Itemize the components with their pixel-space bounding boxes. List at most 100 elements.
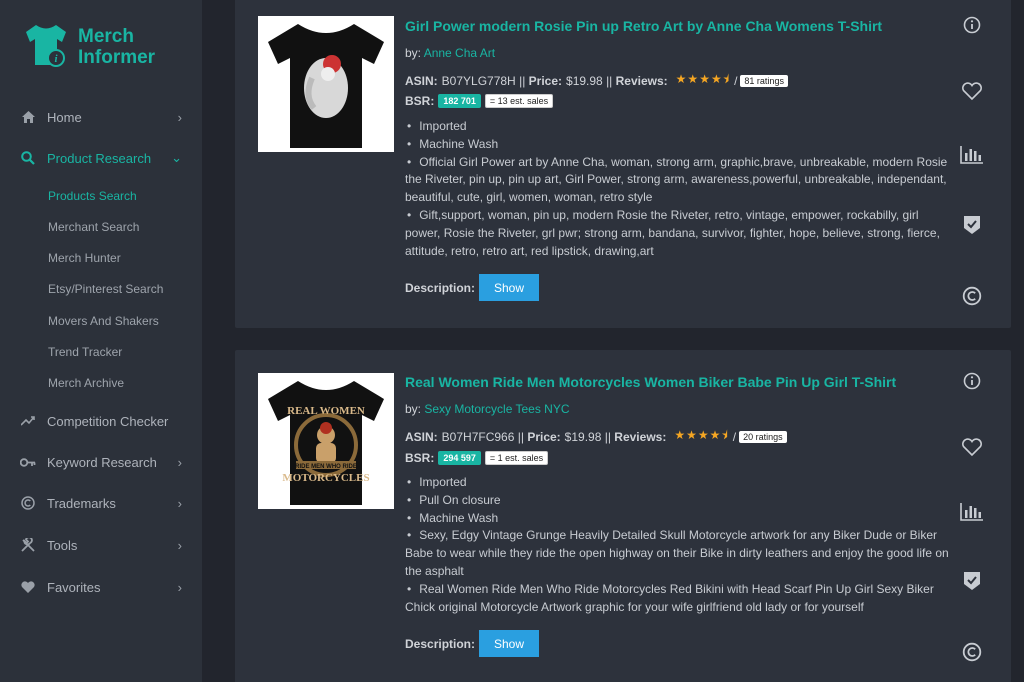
- copyright-icon: [18, 496, 38, 510]
- copyright-icon[interactable]: [957, 286, 987, 306]
- asin-value: B07YLG778H: [441, 73, 516, 88]
- subnav-etsy-pinterest-search[interactable]: Etsy/Pinterest Search: [48, 282, 163, 296]
- chevron-right-icon: ›: [177, 537, 182, 553]
- bsr-badge: 294 597: [438, 451, 481, 465]
- sidebar-item-tools[interactable]: Tools ›: [0, 527, 202, 563]
- subnav-merch-archive[interactable]: Merch Archive: [48, 376, 124, 390]
- tools-icon: [18, 538, 38, 552]
- asin-value: B07H7FC966: [441, 429, 515, 444]
- sidebar-item-label: Product Research: [47, 150, 152, 166]
- price-value: $19.98: [566, 73, 603, 88]
- heart-favorite-icon[interactable]: [957, 82, 987, 101]
- info-icon[interactable]: [957, 16, 987, 34]
- list-item: Machine Wash: [405, 510, 955, 528]
- product-byline: by: Sexy Motorcycle Tees NYC: [405, 402, 570, 416]
- search-icon: [18, 151, 38, 165]
- separator: ||: [519, 73, 526, 88]
- sidebar-item-product-research[interactable]: Product Research ⌄: [0, 140, 202, 176]
- logo-text: Merch Informer: [78, 26, 155, 68]
- shield-check-icon[interactable]: [957, 216, 987, 234]
- bsr-row: BSR: 182 701 = 13 est. sales: [405, 94, 554, 108]
- show-description-button[interactable]: Show: [479, 630, 540, 657]
- sidebar-item-label: Competition Checker: [47, 413, 169, 429]
- subnav-merchant-search[interactable]: Merchant Search: [48, 220, 139, 234]
- est-sales-badge: = 1 est. sales: [484, 451, 549, 465]
- reviews-label: Reviews:: [614, 429, 667, 444]
- feature-bullets: Imported Pull On closure Machine Wash Se…: [405, 474, 955, 616]
- product-image[interactable]: [258, 16, 394, 152]
- show-description-button[interactable]: Show: [479, 274, 540, 301]
- sidebar-item-label: Tools: [47, 537, 78, 553]
- product-image[interactable]: REAL WOMEN RIDE MEN WHO RIDE MOTORCYCLES: [258, 373, 394, 509]
- description-label: Description:: [405, 280, 476, 295]
- separator: ||: [517, 429, 524, 444]
- ratings-count-badge: 20 ratings: [739, 430, 787, 443]
- reviews-label: Reviews:: [615, 73, 668, 88]
- list-item: Gift,support, woman, pin up, modern Rosi…: [405, 207, 955, 260]
- sidebar-item-favorites[interactable]: Favorites ›: [0, 569, 202, 605]
- sidebar-item-keyword-research[interactable]: Keyword Research ›: [0, 444, 202, 480]
- product-title-link[interactable]: Real Women Ride Men Motorcycles Women Bi…: [405, 374, 896, 390]
- sidebar-item-label: Home: [47, 109, 82, 125]
- price-label: Price:: [527, 429, 561, 444]
- product-card: REAL WOMEN RIDE MEN WHO RIDE MOTORCYCLES…: [235, 350, 1011, 682]
- bsr-badge: 182 701: [438, 94, 481, 108]
- sidebar-item-trademarks[interactable]: Trademarks ›: [0, 485, 202, 521]
- description-label: Description:: [405, 636, 476, 651]
- product-title-link[interactable]: Girl Power modern Rosie Pin up Retro Art…: [405, 18, 882, 34]
- list-item: Sexy, Edgy Vintage Grunge Heavily Detail…: [405, 527, 955, 580]
- logo-line2: Informer: [78, 47, 156, 68]
- bar-chart-icon[interactable]: [957, 146, 987, 164]
- subnav-trend-tracker[interactable]: Trend Tracker: [48, 345, 122, 359]
- asin-label: ASIN:: [405, 429, 438, 444]
- star-rating-icon: ★★★★⯨: [674, 428, 729, 442]
- shirt-print-text: RIDE MEN WHO RIDE: [295, 464, 357, 470]
- heart-favorite-icon[interactable]: [957, 438, 987, 457]
- product-meta: ASIN: B07H7FC966 || Price: $19.98 || Rev…: [405, 426, 787, 447]
- heart-icon: [18, 581, 38, 593]
- tshirt-image: [268, 24, 384, 148]
- subnav-merch-hunter[interactable]: Merch Hunter: [48, 251, 121, 265]
- sidebar-item-label: Keyword Research: [47, 454, 157, 470]
- sidebar-item-label: Favorites: [47, 579, 101, 595]
- tshirt-image: REAL WOMEN RIDE MEN WHO RIDE MOTORCYCLES: [268, 381, 384, 505]
- main-content: Girl Power modern Rosie Pin up Retro Art…: [202, 0, 1024, 682]
- subnav-products-search[interactable]: Products Search: [48, 189, 137, 203]
- slash: /: [734, 73, 738, 88]
- subnav-movers-and-shakers[interactable]: Movers And Shakers: [48, 314, 159, 328]
- list-item: Imported: [405, 474, 955, 492]
- ratings-count-badge: 81 ratings: [740, 74, 788, 87]
- key-icon: [18, 457, 38, 467]
- star-rating-icon: ★★★★⯨: [675, 72, 731, 86]
- chevron-right-icon: ›: [177, 109, 182, 125]
- bar-chart-icon[interactable]: [957, 503, 987, 521]
- shield-check-icon[interactable]: [957, 572, 987, 590]
- chevron-right-icon: ›: [177, 454, 182, 470]
- product-byline: by: Anne Cha Art: [405, 46, 495, 60]
- brand-link[interactable]: Anne Cha Art: [424, 46, 495, 60]
- copyright-icon[interactable]: [957, 642, 987, 662]
- price-label: Price:: [528, 73, 563, 88]
- by-label: by:: [405, 402, 422, 416]
- description-row: Description: Show: [405, 274, 540, 301]
- bsr-label: BSR:: [405, 94, 435, 108]
- trend-icon: [18, 416, 38, 426]
- sidebar: i Merch Informer Home › Product Research…: [0, 0, 202, 682]
- logo[interactable]: i Merch Informer: [22, 22, 192, 72]
- tshirt-logo-icon: i: [26, 25, 66, 67]
- sidebar-item-home[interactable]: Home ›: [0, 99, 202, 135]
- sidebar-item-competition-checker[interactable]: Competition Checker: [0, 403, 202, 439]
- list-item: Real Women Ride Men Who Ride Motorcycles…: [405, 581, 955, 617]
- separator: ||: [604, 429, 611, 444]
- chevron-right-icon: ›: [177, 579, 182, 595]
- list-item: Imported: [405, 118, 955, 136]
- product-meta: ASIN: B07YLG778H || Price: $19.98 || Rev…: [405, 70, 788, 91]
- separator: ||: [606, 73, 613, 88]
- est-sales-badge: = 13 est. sales: [484, 94, 554, 108]
- home-icon: [18, 111, 38, 123]
- brand-link[interactable]: Sexy Motorcycle Tees NYC: [424, 402, 569, 416]
- price-value: $19.98: [564, 429, 602, 444]
- list-item: Machine Wash: [405, 136, 955, 154]
- feature-bullets: Imported Machine Wash Official Girl Powe…: [405, 118, 955, 260]
- info-icon[interactable]: [957, 372, 987, 390]
